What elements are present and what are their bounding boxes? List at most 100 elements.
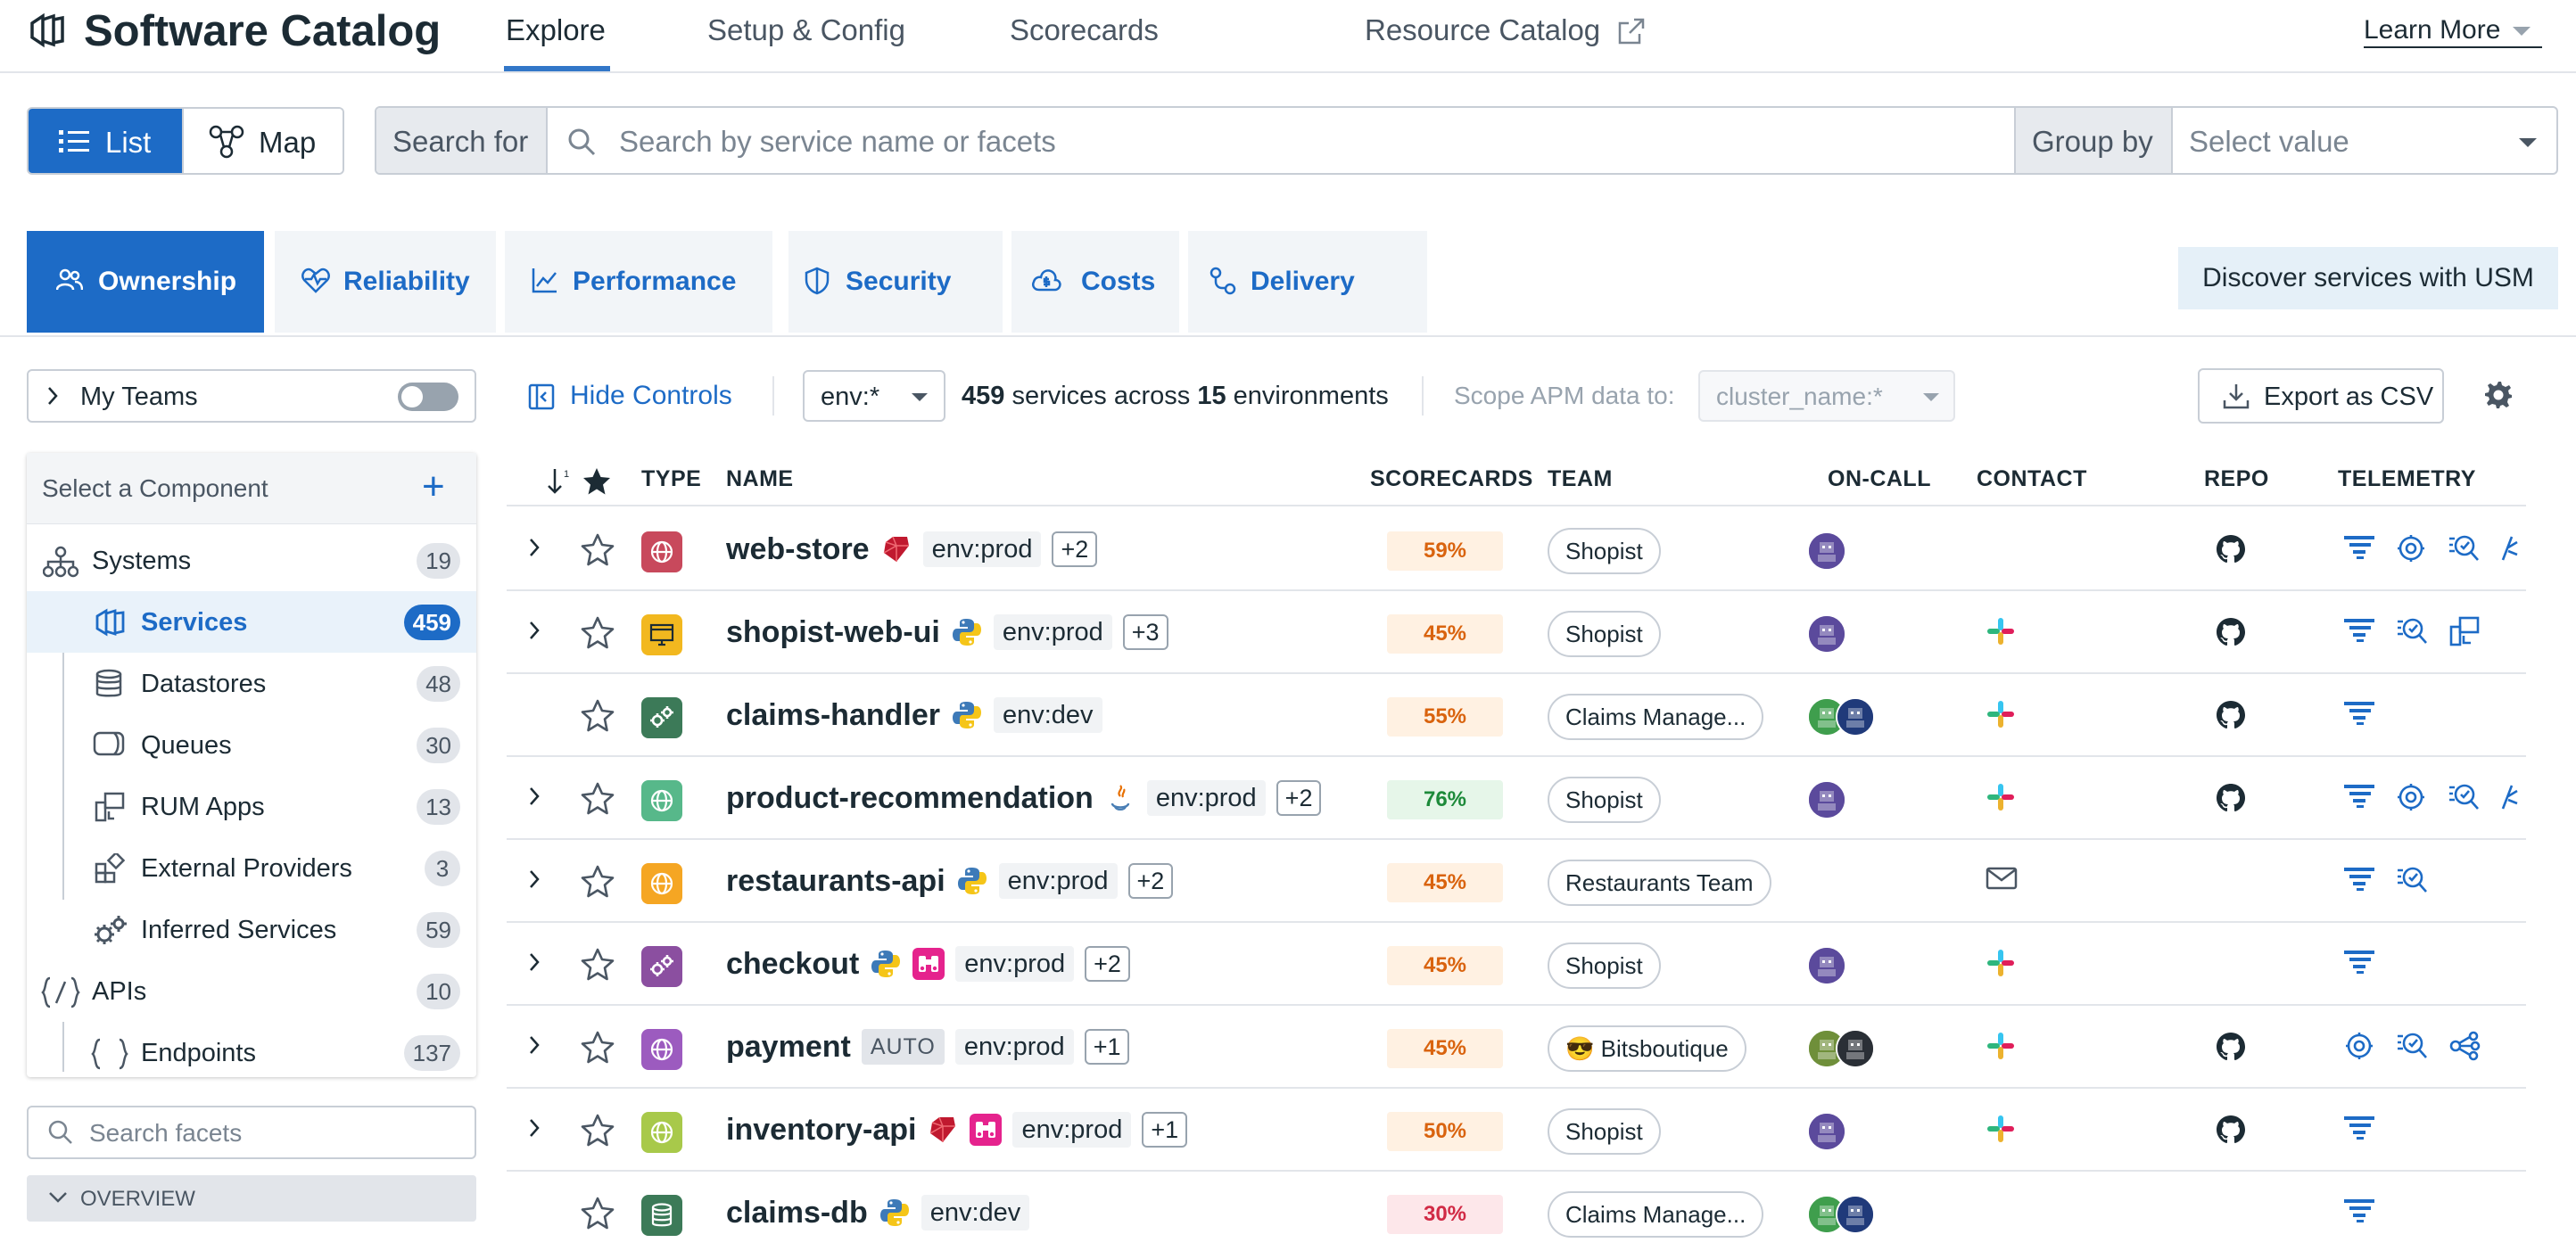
on-call-avatars[interactable] (1807, 1112, 1846, 1151)
service-name-link[interactable]: claims-handler (726, 698, 940, 733)
scorecard-badge[interactable]: 55% (1387, 697, 1503, 737)
gear-icon[interactable] (2483, 380, 2514, 410)
scorecard-badge[interactable]: 76% (1387, 780, 1503, 819)
column-header-team[interactable]: TEAM (1548, 465, 1613, 492)
map-view-button[interactable]: Map (182, 109, 343, 173)
github-icon[interactable] (2215, 699, 2247, 731)
sidebar-item-endpoints[interactable]: Endpoints 137 (27, 1022, 476, 1083)
scope-apm-select[interactable]: cluster_name:* (1698, 370, 1955, 422)
slack-icon[interactable] (1986, 782, 2016, 812)
tab-explore[interactable]: Explore (506, 12, 606, 48)
tab-ownership[interactable]: Ownership (27, 231, 264, 333)
table-row[interactable]: claims-db env:dev 30% Claims Manage... (507, 1172, 2526, 1251)
tab-setup-config[interactable]: Setup & Config (707, 12, 905, 48)
sort-icon[interactable]: 1 (546, 467, 573, 496)
chevron-right-icon[interactable] (528, 786, 541, 807)
tab-costs[interactable]: Costs (1003, 231, 1179, 333)
service-name-link[interactable]: restaurants-api (726, 864, 945, 899)
on-call-avatars[interactable] (1807, 697, 1875, 737)
sidebar-item-rum-apps[interactable]: RUM Apps 13 (27, 776, 476, 837)
sidebar-item-inferred-services[interactable]: Inferred Services 59 (27, 899, 476, 960)
on-call-avatars[interactable] (1807, 1195, 1875, 1234)
add-component-button[interactable]: + (422, 467, 445, 506)
column-header-scorecards[interactable]: SCORECARDS (1370, 465, 1533, 492)
code-icon[interactable] (2501, 533, 2519, 564)
traces-icon[interactable] (2344, 782, 2374, 812)
scorecard-badge[interactable]: 45% (1387, 614, 1503, 654)
scorecard-badge[interactable]: 59% (1387, 531, 1503, 571)
table-row[interactable]: restaurants-api env:prod +2 45% Restaurants … (507, 840, 2526, 923)
tab-resource-catalog[interactable]: Resource Catalog (1365, 12, 1600, 48)
sidebar-item-external-providers[interactable]: External Providers 3 (27, 837, 476, 899)
scorecard-badge[interactable]: 45% (1387, 946, 1503, 985)
table-row[interactable]: shopist-web-ui env:prod +3 45% Shopist (507, 591, 2526, 674)
chevron-right-icon[interactable] (528, 868, 541, 890)
list-view-button[interactable]: List (29, 109, 182, 173)
on-call-avatars[interactable] (1807, 946, 1846, 985)
favorite-star-icon[interactable] (580, 865, 615, 899)
my-teams-filter[interactable]: My Teams (27, 369, 476, 423)
env-select[interactable]: env:* (803, 370, 945, 422)
on-call-avatars[interactable] (1807, 614, 1846, 654)
more-tags-badge[interactable]: +2 (1085, 946, 1130, 982)
favorite-star-icon[interactable] (580, 948, 615, 982)
group-by-select[interactable]: Select value (2189, 108, 2349, 173)
service-name-link[interactable]: web-store (726, 532, 870, 567)
column-header-telemetry[interactable]: TELEMETRY (2338, 465, 2476, 492)
table-row[interactable]: inventory-api env:prod +1 50% Shopist (507, 1089, 2526, 1172)
chevron-down-icon[interactable] (2517, 136, 2539, 149)
team-pill[interactable]: Claims Manage... (1548, 694, 1764, 740)
tab-reliability[interactable]: Reliability (275, 231, 496, 333)
chevron-right-icon[interactable] (528, 537, 541, 558)
chevron-right-icon[interactable] (528, 951, 541, 973)
github-icon[interactable] (2215, 616, 2247, 648)
column-header-on-call[interactable]: ON-CALL (1828, 465, 1931, 492)
github-icon[interactable] (2215, 533, 2247, 565)
favorite-star-icon[interactable] (580, 616, 615, 650)
service-map-icon[interactable] (2449, 1031, 2481, 1061)
more-tags-badge[interactable]: +2 (1127, 863, 1174, 899)
slack-icon[interactable] (1986, 1031, 2016, 1061)
column-header-repo[interactable]: REPO (2204, 465, 2269, 492)
service-name-link[interactable]: product-recommendation (726, 781, 1094, 816)
tab-security[interactable]: Security (772, 231, 1003, 333)
export-csv-button[interactable]: Export as CSV (2198, 368, 2444, 424)
rum-search-icon[interactable] (2448, 782, 2480, 812)
favorite-star-icon[interactable] (580, 1031, 615, 1065)
slack-icon[interactable] (1986, 1114, 2016, 1144)
sidebar-item-queues[interactable]: Queues 30 (27, 714, 476, 776)
chevron-right-icon[interactable] (528, 1117, 541, 1139)
team-pill[interactable]: Shopist (1548, 611, 1661, 657)
scorecard-badge[interactable]: 30% (1387, 1195, 1503, 1234)
table-row[interactable]: payment AUTO env:prod +1 45% 😎 Bitsboutique (507, 1006, 2526, 1089)
favorite-star-icon[interactable] (580, 533, 615, 567)
facet-search-input[interactable] (89, 1116, 464, 1150)
scorecard-badge[interactable]: 50% (1387, 1112, 1503, 1151)
more-tags-badge[interactable]: +1 (1142, 1112, 1188, 1148)
table-row[interactable]: claims-handler env:dev 55% Claims Manage... (507, 674, 2526, 757)
traces-icon[interactable] (2344, 533, 2374, 564)
favorite-star-icon[interactable] (580, 1114, 615, 1148)
email-icon[interactable] (1986, 865, 2018, 892)
slack-icon[interactable] (1986, 699, 2016, 729)
more-tags-badge[interactable]: +2 (1276, 780, 1322, 816)
service-name-link[interactable]: inventory-api (726, 1113, 916, 1148)
github-icon[interactable] (2215, 782, 2247, 814)
sidebar-item-services[interactable]: Services 459 (27, 591, 476, 653)
scorecard-badge[interactable]: 45% (1387, 1029, 1503, 1068)
traces-icon[interactable] (2344, 1197, 2374, 1223)
profiler-icon[interactable] (2396, 782, 2426, 812)
favorite-star-icon[interactable] (580, 1197, 615, 1230)
tab-performance[interactable]: Performance (505, 231, 772, 333)
github-icon[interactable] (2215, 1114, 2247, 1146)
team-pill[interactable]: Claims Manage... (1548, 1191, 1764, 1238)
discover-usm-button[interactable]: Discover services with USM (2178, 247, 2558, 309)
service-name-link[interactable]: claims-db (726, 1196, 868, 1230)
more-tags-badge[interactable]: +1 (1084, 1029, 1130, 1065)
team-pill[interactable]: 😎 Bitsboutique (1548, 1025, 1746, 1072)
tab-delivery[interactable]: Delivery (1179, 231, 1427, 333)
sidebar-item-datastores[interactable]: Datastores 48 (27, 653, 476, 714)
rum-search-icon[interactable] (2396, 1031, 2428, 1061)
profiler-icon[interactable] (2396, 533, 2426, 564)
column-header-contact[interactable]: CONTACT (1977, 465, 2087, 492)
